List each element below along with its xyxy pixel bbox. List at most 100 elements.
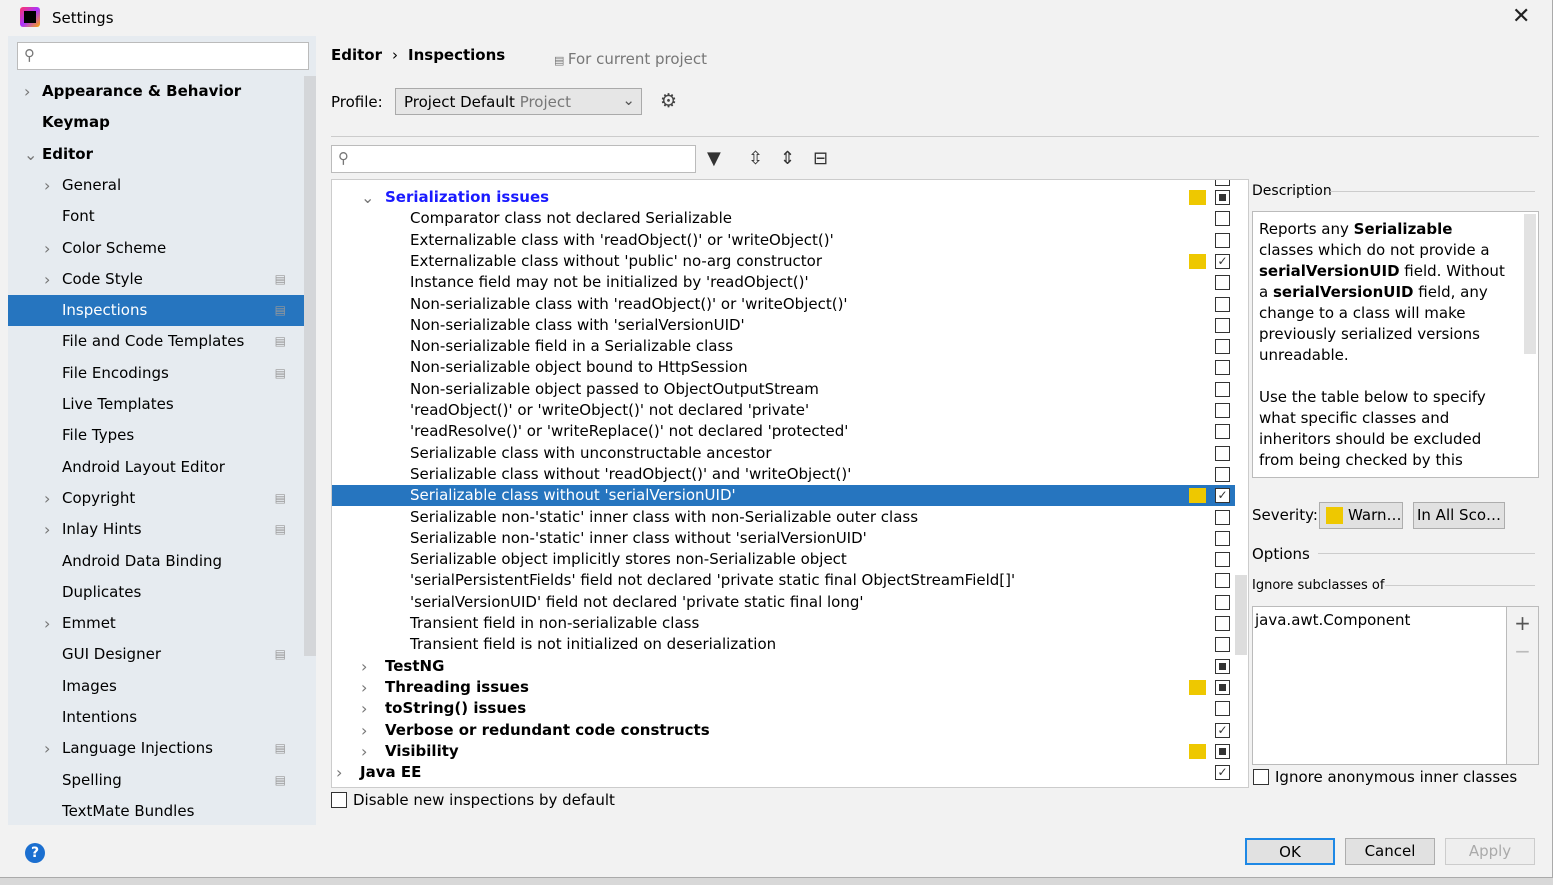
- inspection-search-input[interactable]: ⚲: [331, 145, 696, 173]
- checkbox[interactable]: [1215, 509, 1230, 525]
- help-icon[interactable]: ?: [25, 843, 45, 863]
- checkbox[interactable]: [1215, 466, 1230, 482]
- chevron-right-icon[interactable]: ›: [44, 733, 50, 764]
- sidebar-item-intentions[interactable]: Intentions: [8, 702, 304, 733]
- chevron-right-icon[interactable]: ›: [361, 677, 367, 698]
- tree-row[interactable]: Serializable class without 'readObject()…: [332, 464, 1235, 485]
- sidebar-item-duplicates[interactable]: Duplicates: [8, 577, 304, 608]
- chevron-right-icon[interactable]: ›: [44, 170, 50, 201]
- severity-select[interactable]: Warn…: [1319, 502, 1403, 529]
- tree-row[interactable]: Serializable non-'static' inner class wi…: [332, 528, 1235, 549]
- checkbox[interactable]: [1215, 211, 1230, 227]
- gear-icon[interactable]: ⚙: [660, 90, 677, 112]
- chevron-right-icon[interactable]: ›: [361, 656, 367, 677]
- checkbox[interactable]: ✓: [1215, 722, 1230, 738]
- close-icon[interactable]: ✕: [1512, 4, 1530, 29]
- checkbox[interactable]: [1253, 769, 1269, 785]
- chevron-right-icon[interactable]: ›: [44, 264, 50, 295]
- sidebar-item-appearance-behavior[interactable]: › Appearance & Behavior: [8, 76, 304, 107]
- sidebar-item-file-and-code-templates[interactable]: File and Code Templates ▤: [8, 326, 304, 357]
- sidebar-item-inspections[interactable]: Inspections ▤: [8, 295, 304, 327]
- chevron-down-icon[interactable]: ⌄: [24, 139, 37, 170]
- settings-search-input[interactable]: ⚲: [17, 42, 309, 70]
- tree-row[interactable]: Non-serializable field in a Serializable…: [332, 336, 1235, 357]
- sidebar-item-file-encodings[interactable]: File Encodings ▤: [8, 358, 304, 389]
- tree-row[interactable]: Comparator class not declared Serializab…: [332, 208, 1235, 229]
- list-item[interactable]: java.awt.Component: [1255, 611, 1504, 629]
- sidebar-item-images[interactable]: Images: [8, 671, 304, 702]
- tree-row[interactable]: Non-serializable object passed to Object…: [332, 379, 1235, 400]
- collapse-all-icon[interactable]: ⇕: [780, 148, 795, 169]
- checkbox[interactable]: ✓: [1215, 765, 1230, 781]
- tree-row[interactable]: Serializable class with unconstructable …: [332, 443, 1235, 464]
- checkbox[interactable]: [1215, 616, 1230, 631]
- tree-row[interactable]: Serializable class without 'serialVersio…: [332, 485, 1235, 507]
- checkbox[interactable]: [1215, 552, 1230, 568]
- remove-icon[interactable]: −: [1507, 639, 1538, 663]
- tree-row[interactable]: › Java EE ✓: [332, 762, 1235, 783]
- filter-icon[interactable]: ▼: [707, 148, 721, 169]
- checkbox[interactable]: [1215, 381, 1230, 397]
- sidebar-scrollbar[interactable]: [304, 76, 316, 656]
- chevron-right-icon[interactable]: ›: [44, 483, 50, 514]
- tree-row[interactable]: › Threading issues: [332, 677, 1235, 698]
- sidebar-item-textmate-bundles[interactable]: TextMate Bundles: [8, 796, 304, 827]
- checkbox[interactable]: [1215, 275, 1230, 291]
- profile-select[interactable]: Project Default Project ⌄: [395, 88, 642, 115]
- add-icon[interactable]: +: [1507, 611, 1538, 635]
- checkbox[interactable]: [331, 792, 347, 808]
- sidebar-item-inlay-hints[interactable]: › Inlay Hints ▤: [8, 514, 304, 545]
- tree-row[interactable]: 'serialVersionUID' field not declared 'p…: [332, 592, 1235, 613]
- checkbox[interactable]: [1215, 317, 1230, 333]
- tree-row[interactable]: Non-serializable object bound to HttpSes…: [332, 357, 1235, 378]
- tree-row[interactable]: › toString() issues: [332, 698, 1235, 719]
- tree-row[interactable]: Serializable object implicitly stores no…: [332, 549, 1235, 570]
- tree-row[interactable]: 'readResolve()' or 'writeReplace()' not …: [332, 421, 1235, 442]
- checkbox[interactable]: ✓: [1215, 488, 1230, 504]
- tree-row[interactable]: Transient field is not initialized on de…: [332, 634, 1235, 655]
- ignore-subclasses-list[interactable]: java.awt.Component: [1252, 606, 1507, 765]
- tree-row[interactable]: Externalizable class without 'public' no…: [332, 251, 1235, 272]
- chevron-down-icon[interactable]: ⌄: [361, 187, 374, 208]
- tree-row[interactable]: › Verbose or redundant code constructs ✓: [332, 720, 1235, 741]
- sidebar-item-keymap[interactable]: Keymap: [8, 107, 304, 138]
- tree-row[interactable]: ⌄ Serialization issues: [332, 187, 1235, 208]
- expand-all-icon[interactable]: ⇳: [748, 148, 763, 169]
- tree-row[interactable]: Non-serializable class with 'readObject(…: [332, 294, 1235, 315]
- tree-row[interactable]: Serializable non-'static' inner class wi…: [332, 507, 1235, 528]
- checkbox[interactable]: [1215, 658, 1230, 674]
- sidebar-item-android-data-binding[interactable]: Android Data Binding: [8, 546, 304, 577]
- checkbox[interactable]: [1215, 530, 1230, 546]
- checkbox[interactable]: [1215, 637, 1230, 653]
- sidebar-item-android-layout-editor[interactable]: Android Layout Editor: [8, 452, 304, 483]
- sidebar-item-font[interactable]: Font: [8, 201, 304, 232]
- checkbox[interactable]: [1215, 403, 1230, 418]
- breadcrumb-editor[interactable]: Editor: [331, 46, 382, 64]
- sidebar-item-color-scheme[interactable]: › Color Scheme: [8, 233, 304, 264]
- tree-row[interactable]: Transient field in non-serializable clas…: [332, 613, 1235, 634]
- tree-row[interactable]: 'serialPersistentFields' field not decla…: [332, 570, 1235, 591]
- checkbox[interactable]: [1215, 573, 1230, 589]
- sidebar-item-general[interactable]: › General: [8, 170, 304, 201]
- chevron-right-icon[interactable]: ›: [44, 608, 50, 639]
- scope-select[interactable]: In All Sco…: [1413, 502, 1505, 529]
- sidebar-item-editor[interactable]: ⌄ Editor: [8, 139, 304, 170]
- tree-row[interactable]: Non-serializable class with 'serialVersi…: [332, 315, 1235, 336]
- checkbox[interactable]: [1215, 424, 1230, 440]
- tree-row[interactable]: › Visibility: [332, 741, 1235, 762]
- checkbox[interactable]: [1215, 190, 1230, 205]
- checkbox[interactable]: [1215, 339, 1230, 355]
- sidebar-item-copyright[interactable]: › Copyright ▤: [8, 483, 304, 514]
- chevron-right-icon[interactable]: ›: [24, 76, 30, 107]
- checkbox[interactable]: [1215, 743, 1230, 759]
- reset-icon[interactable]: ⊟: [813, 148, 828, 169]
- chevron-right-icon[interactable]: ›: [361, 741, 367, 762]
- ignore-anonymous-option[interactable]: Ignore anonymous inner classes: [1253, 768, 1517, 786]
- description-scrollbar[interactable]: [1524, 214, 1536, 354]
- tree-row[interactable]: › TestNG: [332, 656, 1235, 677]
- chevron-right-icon[interactable]: ›: [44, 514, 50, 545]
- sidebar-item-file-types[interactable]: File Types: [8, 420, 304, 451]
- checkbox[interactable]: [1215, 296, 1230, 312]
- cancel-button[interactable]: Cancel: [1345, 838, 1435, 865]
- ok-button[interactable]: OK: [1245, 838, 1335, 865]
